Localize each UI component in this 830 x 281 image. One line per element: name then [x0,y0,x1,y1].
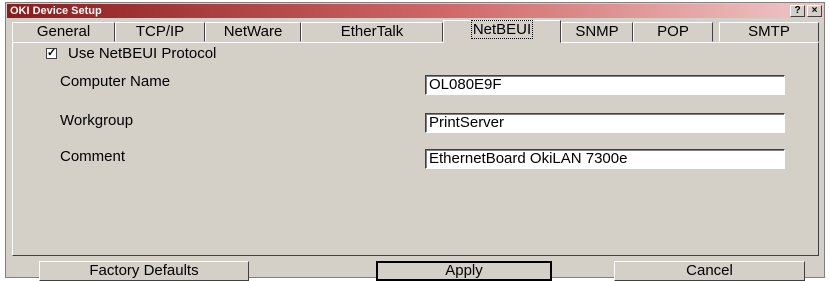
tab-label: TCP/IP [135,23,185,40]
title-bar: OKI Device Setup ? × [7,4,823,18]
tab-snmp[interactable]: SNMP [561,22,633,42]
tab-label: NetWare [223,23,283,40]
tab-pop[interactable]: POP [633,22,713,42]
factory-defaults-button[interactable]: Factory Defaults [39,261,249,281]
computer-name-label: Computer Name [60,73,171,90]
tab-general[interactable]: General [12,22,115,42]
use-netbeui-checkbox[interactable]: ✓ [46,48,57,59]
help-button[interactable]: ? [790,5,805,17]
tab-label: POP [657,23,689,40]
device-setup-window: OKI Device Setup ? × General TCP/IP NetW… [5,2,825,281]
tab-label: General [36,23,91,40]
tab-label: EtherTalk [340,23,404,40]
window-title: OKI Device Setup [10,5,102,17]
tab-ethertalk[interactable]: EtherTalk [301,22,443,42]
tab-tcpip[interactable]: TCP/IP [115,22,205,42]
tab-label: NetBEUI [470,20,534,39]
apply-button[interactable]: Apply [376,261,552,281]
workgroup-field[interactable]: PrintServer [425,113,785,133]
tab-smtp[interactable]: SMTP [719,22,819,42]
computer-name-field[interactable]: OL080E9F [425,75,785,95]
tab-label: SNMP [575,23,619,40]
comment-field[interactable]: EthernetBoard OkiLAN 7300e [425,149,785,169]
tab-netware[interactable]: NetWare [205,22,301,42]
use-netbeui-label[interactable]: Use NetBEUI Protocol [68,45,216,62]
tab-netbeui[interactable]: NetBEUI [443,20,561,43]
tab-label: SMTP [748,23,790,40]
workgroup-label: Workgroup [60,112,134,129]
comment-label: Comment [60,148,126,165]
cancel-button[interactable]: Cancel [614,261,805,281]
close-button[interactable]: × [807,5,822,17]
